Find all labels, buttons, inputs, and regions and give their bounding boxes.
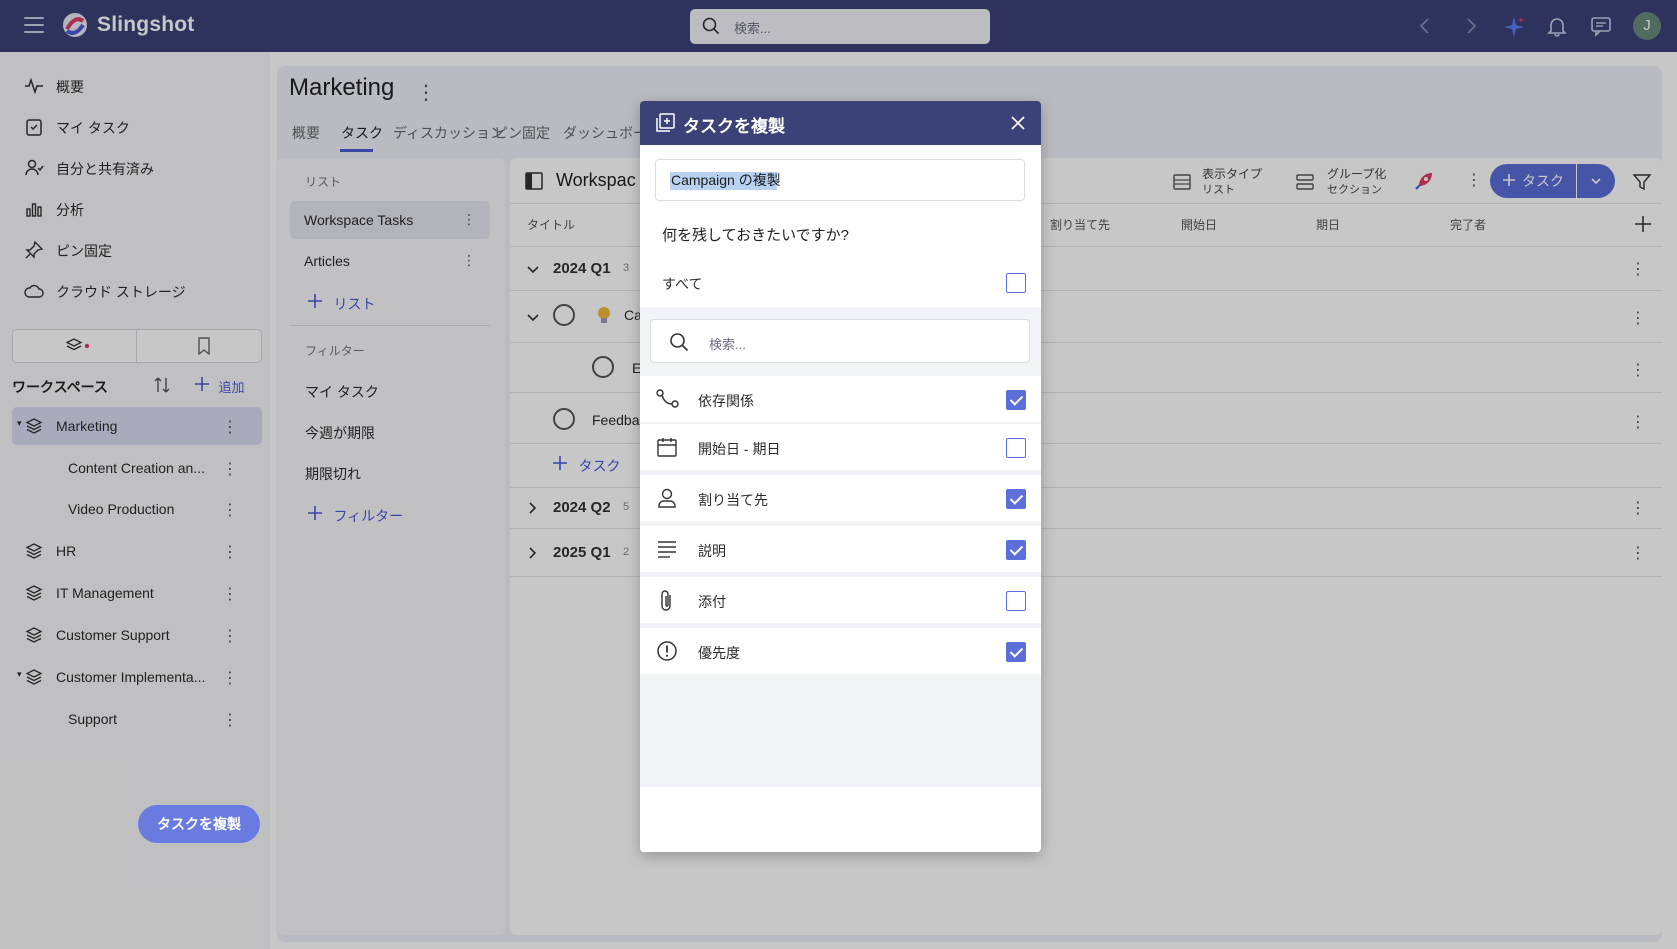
option-dependencies[interactable]: 依存関係 (640, 376, 1041, 422)
dialog-title: タスクを複製 (683, 117, 785, 136)
option-attachments[interactable]: 添付 (640, 577, 1041, 623)
option-label: すべて (662, 276, 703, 292)
option-description[interactable]: 説明 (640, 526, 1041, 572)
option-label: 割り当て先 (698, 492, 768, 508)
dependency-icon (656, 388, 680, 415)
dialog-question: 何を残しておきたいですか? (662, 227, 849, 244)
task-name-input[interactable] (656, 160, 1024, 200)
task-name-field[interactable] (655, 159, 1025, 201)
option-label: 説明 (698, 543, 726, 559)
option-label: 添付 (698, 594, 726, 610)
search-icon (669, 332, 689, 357)
option-checkbox[interactable] (1006, 489, 1026, 509)
option-checkbox[interactable] (1006, 390, 1026, 410)
option-dates[interactable]: 開始日 - 期日 (640, 424, 1041, 470)
option-assignee[interactable]: 割り当て先 (640, 475, 1041, 521)
paperclip-icon (656, 589, 678, 618)
search-placeholder: 検索... (709, 337, 746, 352)
option-label: 優先度 (698, 645, 740, 661)
all-checkbox[interactable] (1006, 273, 1026, 293)
option-checkbox[interactable] (1006, 540, 1026, 560)
duplicate-task-dialog: タスクを複製 何を残しておきたいですか? すべて 検索... 依存関係 開始日 … (640, 101, 1041, 852)
dialog-footer (640, 787, 1041, 852)
exclamation-circle-icon (656, 640, 678, 667)
lines-icon (656, 538, 678, 565)
option-checkbox[interactable] (1006, 438, 1026, 458)
option-label: 開始日 - 期日 (698, 441, 781, 457)
option-search-input[interactable]: 検索... (650, 319, 1030, 363)
option-label: 依存関係 (698, 393, 754, 409)
person-icon (656, 487, 678, 514)
duplicate-task-button[interactable]: タスクを複製 (138, 805, 260, 843)
duplicate-icon (654, 112, 676, 139)
dialog-header: タスクを複製 (640, 101, 1041, 145)
option-checkbox[interactable] (1006, 591, 1026, 611)
option-all[interactable]: すべて (640, 259, 1041, 307)
close-icon[interactable] (1009, 114, 1027, 137)
option-priority[interactable]: 優先度 (640, 628, 1041, 674)
option-checkbox[interactable] (1006, 642, 1026, 662)
calendar-icon (656, 436, 678, 463)
